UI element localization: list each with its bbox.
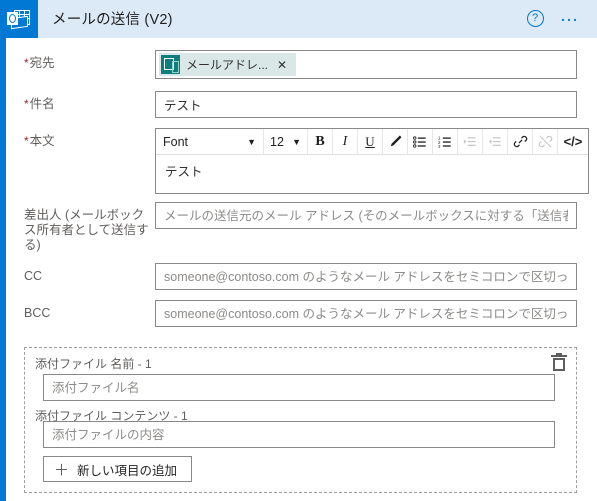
send-email-action-card: メールの送信 (V2) ? … *宛先 メールアドレ... ✕ *件名 テスト …: [0, 0, 597, 501]
chevron-down-icon: ▼: [292, 136, 301, 147]
subject-input[interactable]: [155, 91, 577, 118]
add-new-item-label: 新しい項目の追加: [77, 463, 178, 478]
italic-button[interactable]: I: [333, 129, 358, 154]
field-row-to: *宛先 メールアドレ... ✕: [6, 50, 587, 79]
ellipsis-icon[interactable]: …: [560, 6, 582, 27]
required-asterisk: *: [24, 134, 29, 148]
bcc-input[interactable]: [155, 300, 577, 327]
underline-button[interactable]: U: [358, 129, 383, 154]
to-input[interactable]: メールアドレ... ✕: [155, 50, 577, 79]
pen-highlight-icon[interactable]: [383, 129, 408, 154]
form-body: *宛先 メールアドレ... ✕ *件名 テスト *本文 Font ▼ 12 ▼ …: [6, 38, 597, 493]
code-view-button[interactable]: </>: [558, 129, 588, 154]
required-asterisk: *: [24, 56, 29, 70]
help-circle-icon[interactable]: ?: [526, 10, 544, 27]
attachment-content-input[interactable]: [43, 421, 555, 448]
from-label: 差出人 (メールボックス所有者として送信する): [24, 208, 149, 252]
cc-input[interactable]: [155, 263, 577, 290]
recipient-chip-label: メールアドレ...: [186, 58, 269, 72]
font-size-value: 12: [270, 134, 284, 149]
link-icon[interactable]: [508, 129, 533, 154]
unlink-icon[interactable]: [533, 129, 558, 154]
subject-label-text: 件名: [29, 97, 55, 111]
page-title: メールの送信 (V2): [52, 12, 173, 28]
font-family-value: Font: [163, 134, 189, 149]
outlook-icon: [0, 0, 38, 38]
body-label-text: 本文: [29, 134, 55, 148]
indent-decrease-icon[interactable]: [483, 129, 508, 154]
body-editor-content[interactable]: テスト: [156, 155, 588, 193]
attachment-name-group: 添付ファイル 名前 - 1: [35, 357, 566, 401]
attachment-name-input[interactable]: [43, 374, 555, 401]
attachments-section: 添付ファイル 名前 - 1 添付ファイル コンテンツ - 1 ＋ 新しい項目の追…: [24, 347, 577, 493]
from-input[interactable]: [155, 202, 577, 229]
attachment-content-label: 添付ファイル コンテンツ - 1: [35, 409, 188, 423]
to-label-text: 宛先: [29, 56, 55, 70]
field-row-body: *本文 Font ▼ 12 ▼ B I U 1 2 3 </> テスト: [6, 128, 589, 194]
attachment-name-label: 添付ファイル 名前 - 1: [35, 357, 152, 371]
to-label: *宛先: [24, 50, 155, 71]
bcc-label: BCC: [24, 306, 51, 320]
header-actions: ? …: [526, 6, 597, 27]
required-asterisk: *: [24, 97, 29, 111]
plus-icon: ＋: [54, 461, 70, 479]
font-size-dropdown[interactable]: 12 ▼: [264, 129, 308, 154]
chevron-down-icon: ▼: [247, 136, 256, 147]
remove-recipient-icon[interactable]: ✕: [268, 59, 294, 71]
trash-icon[interactable]: [550, 353, 568, 372]
recipient-chip[interactable]: メールアドレ... ✕: [159, 53, 297, 76]
bulleted-list-icon[interactable]: [408, 129, 433, 154]
field-row-from: 差出人 (メールボックス所有者として送信する): [6, 202, 587, 253]
font-family-dropdown[interactable]: Font ▼: [156, 129, 264, 154]
bold-button[interactable]: B: [308, 129, 333, 154]
rich-text-editor: Font ▼ 12 ▼ B I U 1 2 3 </> テスト: [155, 128, 589, 194]
field-row-bcc: BCC: [6, 300, 587, 327]
cc-label: CC: [24, 269, 43, 283]
body-label: *本文: [24, 128, 155, 149]
field-row-subject: *件名: [6, 91, 587, 118]
office365-users-icon: [161, 55, 180, 74]
svg-text:3: 3: [438, 144, 441, 149]
add-new-item-button[interactable]: ＋ 新しい項目の追加: [43, 456, 193, 482]
numbered-list-icon[interactable]: 1 2 3: [433, 129, 458, 154]
indent-increase-icon[interactable]: [458, 129, 483, 154]
attachment-content-group: 添付ファイル コンテンツ - 1: [35, 409, 566, 448]
field-row-cc: CC: [6, 263, 587, 290]
subject-label: *件名: [24, 91, 155, 112]
card-header: メールの送信 (V2) ? …: [0, 0, 597, 38]
rich-text-toolbar: Font ▼ 12 ▼ B I U 1 2 3 </>: [156, 129, 588, 155]
